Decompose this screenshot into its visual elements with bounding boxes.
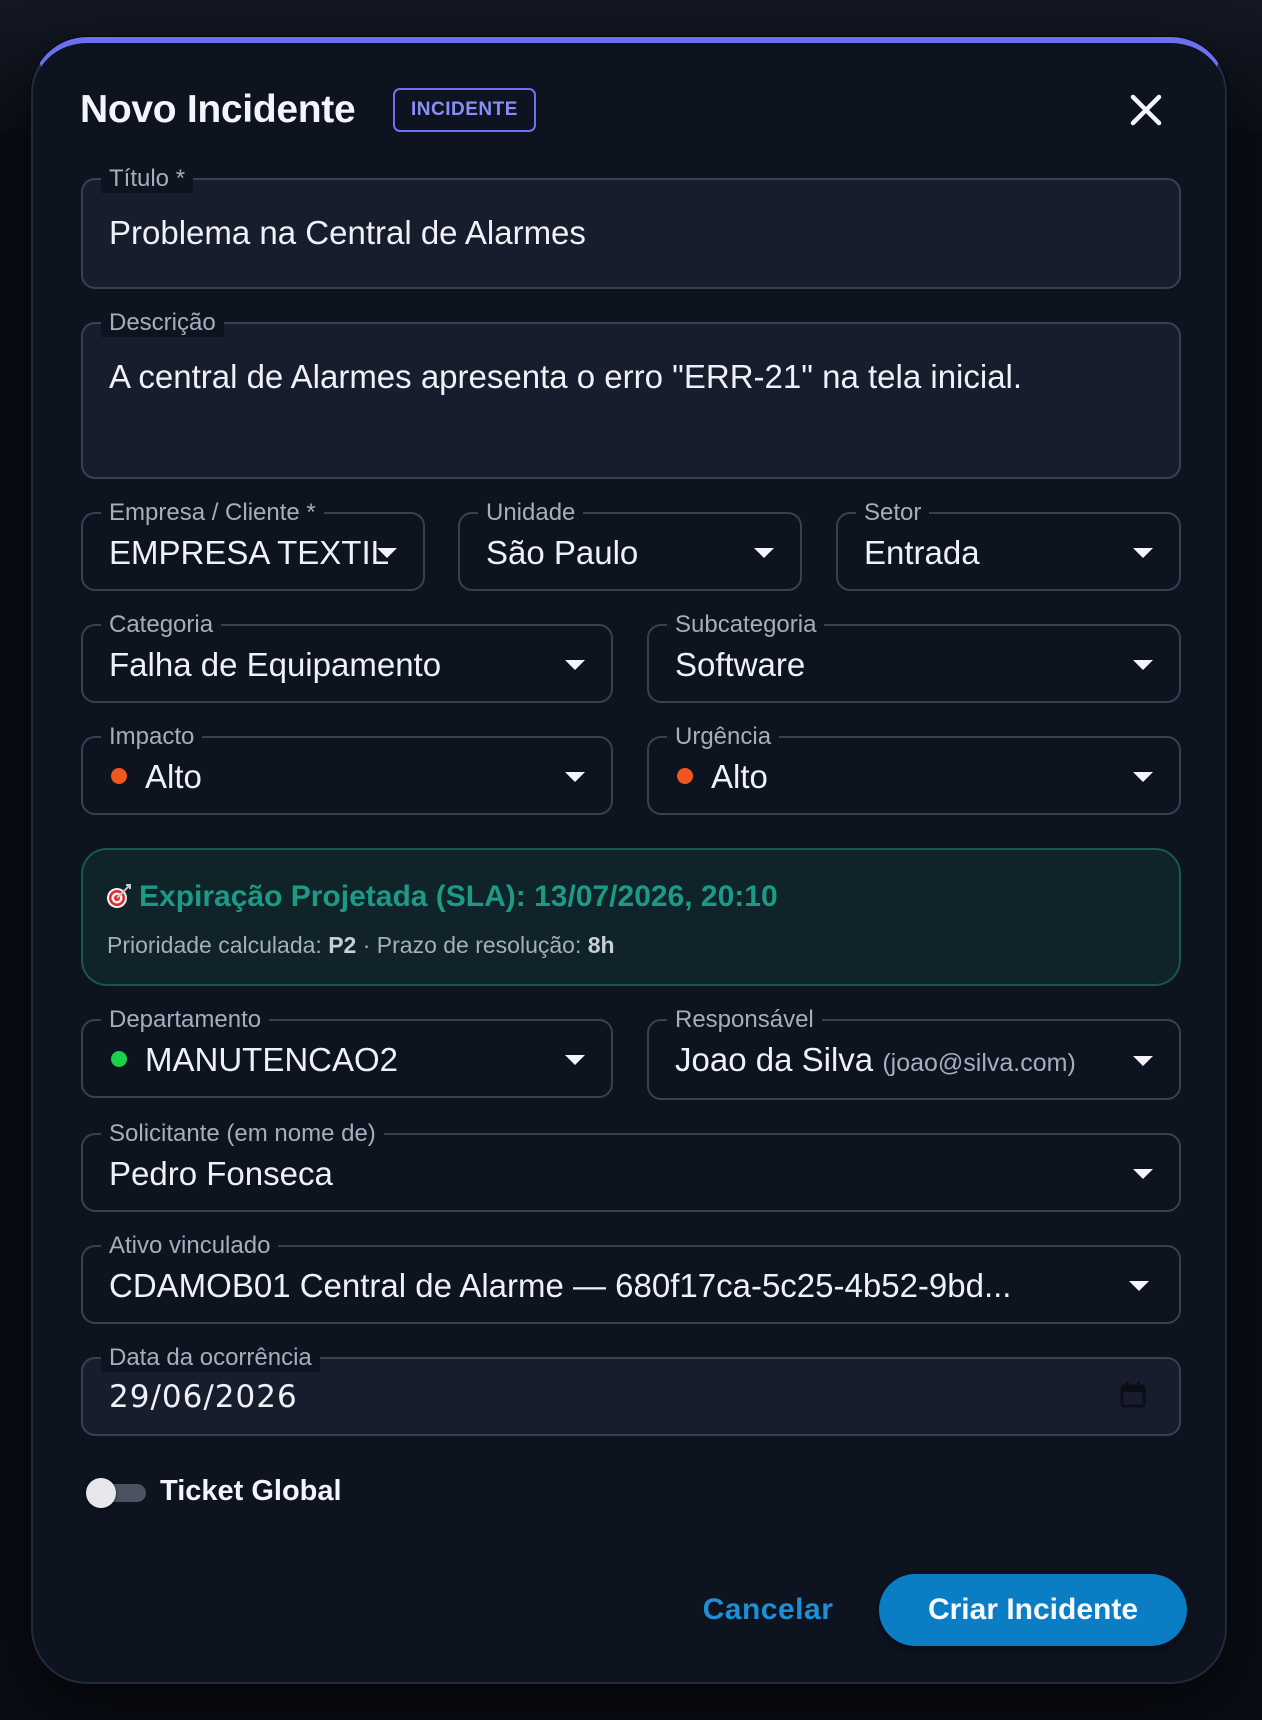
occurrence-date-field[interactable]: Data da ocorrência 29/06/2026 [81, 1344, 1181, 1436]
linked-asset-select[interactable]: Ativo vinculado CDAMOB01 Central de Alar… [81, 1232, 1181, 1324]
subcategory-select[interactable]: Subcategoria Software [647, 611, 1181, 703]
linked-asset-label: Ativo vinculado [101, 1232, 279, 1260]
assignee-select[interactable]: Responsável Joao da Silva (joao@silva.co… [647, 1006, 1181, 1100]
chevron-down-icon [1133, 772, 1153, 782]
sla-subtitle: Prioridade calculada: P2 · Prazo de reso… [107, 932, 615, 959]
chevron-down-icon [565, 772, 585, 782]
calendar-icon[interactable] [1119, 1381, 1147, 1409]
chevron-down-icon [565, 1055, 585, 1065]
chevron-down-icon [1129, 1281, 1149, 1291]
company-select[interactable]: Empresa / Cliente * EMPRESA TEXTIL [81, 499, 425, 591]
assignee-value: Joao da Silva (joao@silva.com) [675, 1041, 1076, 1079]
sla-title-row: Expiração Projetada (SLA): 13/07/2026, 2… [105, 880, 778, 914]
description-field[interactable]: Descrição A central de Alarmes apresenta… [81, 309, 1181, 479]
company-value: EMPRESA TEXTIL [109, 534, 389, 571]
incident-type-badge: INCIDENTE [393, 88, 536, 132]
title-label: Título * [101, 165, 194, 193]
department-select[interactable]: Departamento MANUTENCAO2 [81, 1006, 613, 1098]
title-input[interactable]: Problema na Central de Alarmes [109, 214, 586, 252]
assignee-name: Joao da Silva [675, 1041, 874, 1078]
title-field[interactable]: Título * Problema na Central de Alarmes [81, 165, 1181, 289]
unit-value: São Paulo [486, 534, 639, 571]
toggle-knob [86, 1478, 116, 1508]
description-textarea[interactable]: A central de Alarmes apresenta o erro "E… [109, 358, 1022, 396]
ticket-global-toggle[interactable] [86, 1478, 148, 1508]
impact-select[interactable]: Impacto Alto [81, 723, 613, 815]
impact-status-dot [111, 768, 127, 784]
chevron-down-icon [1133, 660, 1153, 670]
chevron-down-icon [1133, 548, 1153, 558]
cancel-button[interactable]: Cancelar [680, 1574, 856, 1646]
target-icon [107, 884, 131, 908]
chevron-down-icon [754, 548, 774, 558]
chevron-down-icon [565, 660, 585, 670]
department-value: MANUTENCAO2 [145, 1041, 399, 1078]
sla-info-box: Expiração Projetada (SLA): 13/07/2026, 2… [81, 848, 1181, 986]
urgency-status-dot [677, 768, 693, 784]
urgency-select[interactable]: Urgência Alto [647, 723, 1181, 815]
close-icon[interactable] [1124, 88, 1168, 132]
requester-label: Solicitante (em nome de) [101, 1120, 384, 1148]
chevron-down-icon [1133, 1056, 1153, 1066]
assignee-label: Responsável [667, 1006, 822, 1034]
category-label: Categoria [101, 611, 222, 639]
sla-title: Expiração Projetada (SLA): 13/07/2026, 2… [139, 880, 778, 913]
priority-value: P2 [328, 932, 357, 958]
occurrence-date-label: Data da ocorrência [101, 1344, 320, 1372]
subcategory-value: Software [675, 646, 806, 683]
company-label: Empresa / Cliente * [101, 499, 324, 527]
dialog-title: Novo Incidente [80, 88, 356, 131]
urgency-label: Urgência [667, 723, 780, 751]
assignee-email: (joao@silva.com) [882, 1049, 1076, 1077]
department-label: Departamento [101, 1006, 270, 1034]
requester-value: Pedro Fonseca [109, 1155, 333, 1192]
impact-label: Impacto [101, 723, 203, 751]
requester-select[interactable]: Solicitante (em nome de) Pedro Fonseca [81, 1120, 1181, 1212]
urgency-value: Alto [711, 758, 768, 795]
deadline-value: 8h [587, 932, 615, 958]
unit-label: Unidade [478, 499, 584, 527]
category-select[interactable]: Categoria Falha de Equipamento [81, 611, 613, 703]
deadline-label: Prazo de resolução: [376, 932, 582, 958]
department-status-dot [111, 1051, 127, 1067]
sector-label: Setor [856, 499, 930, 527]
subcategory-label: Subcategoria [667, 611, 825, 639]
unit-select[interactable]: Unidade São Paulo [458, 499, 802, 591]
category-value: Falha de Equipamento [109, 646, 442, 683]
impact-value: Alto [145, 758, 202, 795]
sector-select[interactable]: Setor Entrada [836, 499, 1181, 591]
ticket-global-label: Ticket Global [160, 1475, 342, 1507]
priority-label: Prioridade calculada: [107, 932, 322, 958]
occurrence-date-input[interactable]: 29/06/2026 [109, 1379, 298, 1415]
create-incident-button[interactable]: Criar Incidente [879, 1574, 1187, 1646]
chevron-down-icon [1133, 1169, 1153, 1179]
description-label: Descrição [101, 309, 224, 337]
linked-asset-value: CDAMOB01 Central de Alarme — 680f17ca-5c… [109, 1267, 1012, 1304]
sector-value: Entrada [864, 534, 980, 571]
separator: · [362, 932, 371, 958]
chevron-down-icon [377, 548, 397, 558]
